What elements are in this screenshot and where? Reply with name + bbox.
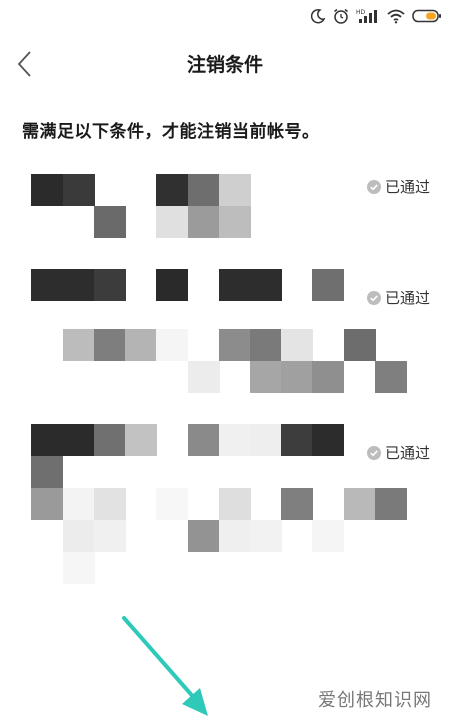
status-label: 已通过 (384, 178, 430, 196)
page-title: 注销条件 (186, 54, 263, 76)
status-bar: HD (0, 0, 450, 32)
pixelated-condition-text (0, 265, 420, 400)
pixelated-condition-text (0, 420, 420, 590)
check-circle-icon (366, 445, 381, 460)
battery-icon (412, 9, 441, 23)
watermark-text: 爱创根知识网 (318, 690, 432, 711)
wifi-icon (387, 9, 405, 24)
check-circle-icon (366, 179, 381, 194)
instruction-text: 需满足以下条件，才能注销当前帐号。 (22, 122, 320, 142)
svg-text:HD: HD (356, 9, 366, 16)
status-label: 已通过 (384, 444, 430, 462)
condition-item: 已通过 (0, 265, 450, 400)
status-badge: 已通过 (366, 287, 430, 308)
check-circle-icon (366, 290, 381, 305)
status-badge: 已通过 (366, 176, 430, 197)
screen: HD 注销条件 需满足以下条件，才能注销当前帐号。 已通过 已通过 已通过 爱创… (0, 0, 450, 720)
moon-icon (310, 8, 326, 24)
annotation-arrow-icon (122, 616, 208, 716)
status-label: 已通过 (384, 289, 430, 307)
status-badge: 已通过 (366, 442, 430, 463)
signal-hd-icon: HD (356, 9, 377, 23)
status-icons: HD (310, 7, 442, 25)
condition-item: 已通过 (0, 170, 450, 240)
nav-header: 注销条件 (0, 44, 450, 84)
pixelated-condition-text (0, 170, 300, 240)
condition-item: 已通过 (0, 420, 450, 590)
alarm-icon (334, 8, 348, 24)
